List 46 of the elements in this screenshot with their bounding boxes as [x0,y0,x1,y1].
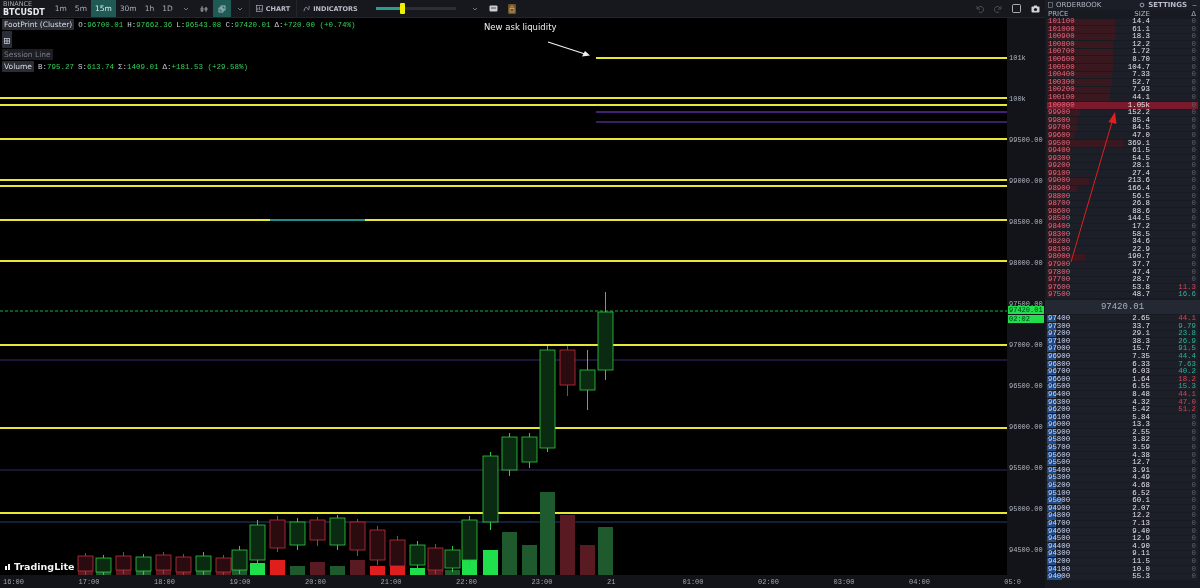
panel-icon [1048,2,1053,8]
volume-bar [330,566,345,575]
candlestick [215,554,232,575]
volume-bar [483,550,498,575]
candlestick [95,554,112,575]
volume-bar [310,562,325,575]
wave-icon [303,5,311,12]
logo-icon [4,562,12,571]
candlestick [501,432,518,477]
candlestick [329,514,346,551]
candlestick [175,553,192,575]
candlestick [559,345,576,397]
volume-bar [410,568,425,575]
candlestick [269,515,286,553]
candlestick [309,516,326,547]
volume-bar [350,560,365,575]
chart-icon [255,5,263,12]
volume-bar [290,566,305,575]
volume-bar [370,566,385,575]
volume-bar [580,545,595,575]
volume-bar [250,563,265,575]
volume-bar [560,515,575,575]
volume-bar [522,545,537,575]
candlestick [135,553,152,575]
candlestick [77,552,94,575]
symbol-label[interactable]: BTCUSDT [3,7,45,17]
layers-icon[interactable] [212,0,231,17]
candlestick [195,551,212,575]
candlestick [349,518,366,557]
volume-bar [270,560,285,575]
volume-bar [598,527,613,575]
slider-thumb[interactable] [400,3,406,14]
volume-bar [502,532,517,575]
candlestick [155,551,172,575]
candlestick [369,525,386,566]
volume-bar [445,570,460,575]
annotation-text: New ask liquidity [484,22,557,32]
minimize-icon[interactable] [1192,2,1197,8]
mid-price: 97420.01 [1045,299,1200,314]
candlestick [115,551,132,575]
candlestick [427,543,444,575]
annotation-arrow [547,41,590,57]
logo-text: TradingLite [14,561,75,572]
candlestick [289,517,306,551]
candlestick [389,535,406,571]
candlestick [409,540,426,571]
